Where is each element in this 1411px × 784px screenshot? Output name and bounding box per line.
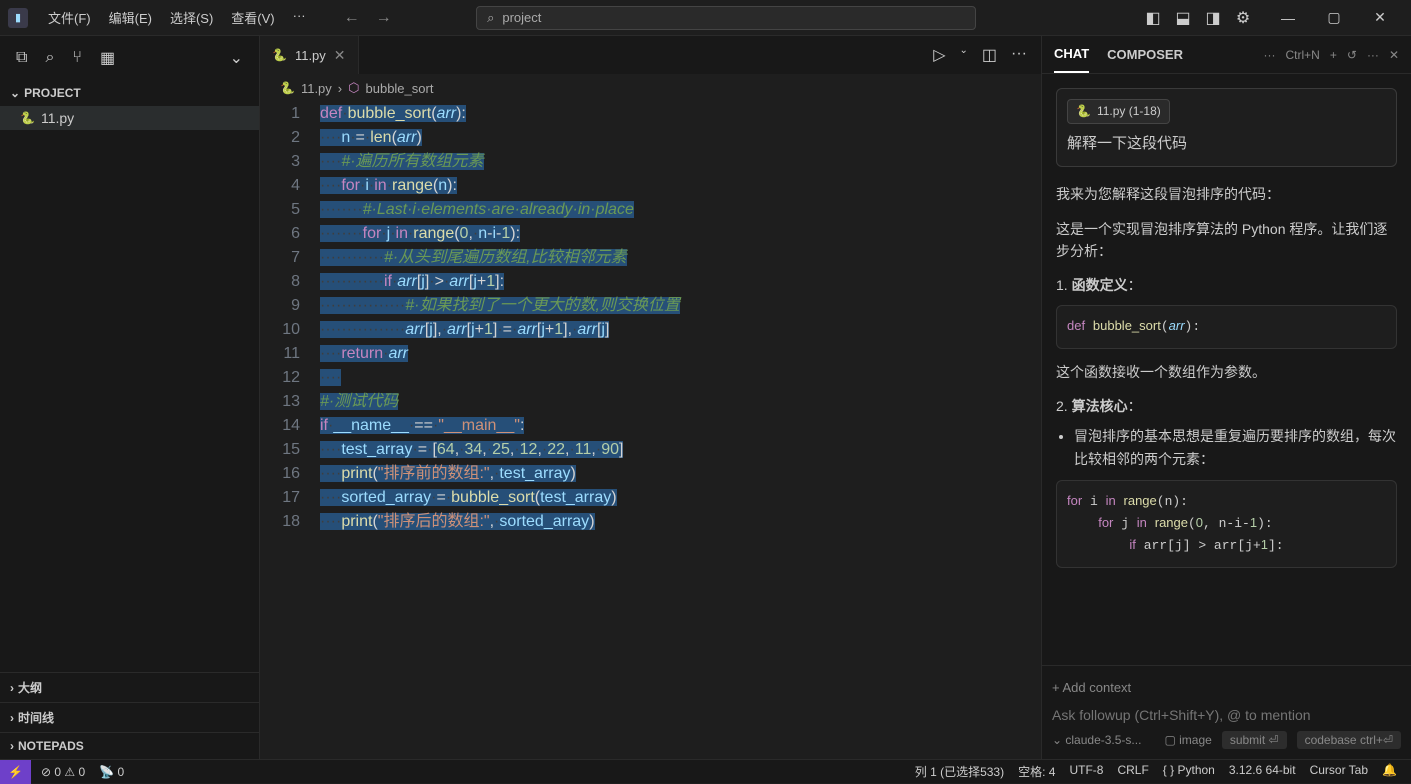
- command-search[interactable]: ⌕ project: [476, 6, 976, 30]
- code-content[interactable]: def·bubble_sort(arr): ····n·=·len(arr) ·…: [320, 102, 1041, 759]
- sidebar: ⧉ ⌕ ⑂ ▦ ⌄ ⌄ PROJECT 🐍 11.py ›大纲 ›时间线 ›NO…: [0, 36, 260, 759]
- breadcrumb-file: 11.py: [301, 81, 332, 96]
- search-icon: ⌕: [487, 10, 494, 26]
- title-bar: ▮ 文件(F) 编辑(E) 选择(S) 查看(V) ··· ← → ⌕ proj…: [0, 0, 1411, 36]
- file-name: 11.py: [41, 110, 74, 126]
- chevron-right-icon: ›: [10, 681, 14, 695]
- project-name: PROJECT: [24, 86, 81, 100]
- code-block: def bubble_sort(arr):: [1056, 305, 1397, 349]
- language-status[interactable]: { } Python: [1163, 763, 1215, 780]
- bell-icon[interactable]: 🔔: [1382, 763, 1397, 780]
- interpreter-status[interactable]: 3.12.6 64-bit: [1229, 763, 1296, 780]
- layout-bottom-icon[interactable]: ⬓: [1175, 10, 1191, 26]
- close-icon[interactable]: ✕: [1389, 48, 1399, 62]
- chevron-down-icon[interactable]: ⌄: [230, 48, 243, 68]
- user-message: 🐍 11.py (1-18) 解释一下这段代码: [1056, 88, 1397, 167]
- project-header[interactable]: ⌄ PROJECT: [0, 80, 259, 106]
- editor-area: 🐍 11.py ✕ ▷ ⌄ ◫ ··· 🐍 11.py › ⬡ bubble_s…: [260, 36, 1041, 759]
- python-icon: 🐍: [1076, 102, 1091, 121]
- chevron-right-icon: ›: [10, 739, 14, 753]
- maximize-button[interactable]: ▢: [1311, 0, 1357, 36]
- cube-icon: ⬡: [348, 80, 359, 96]
- indentation-status[interactable]: 空格: 4: [1018, 763, 1055, 780]
- close-button[interactable]: ✕: [1357, 0, 1403, 36]
- cursor-tab-status[interactable]: Cursor Tab: [1310, 763, 1368, 780]
- timeline-section[interactable]: ›时间线: [0, 702, 259, 732]
- settings-icon[interactable]: ⚙: [1235, 10, 1251, 26]
- chat-panel: CHAT COMPOSER ··· Ctrl+N + ↺ ··· ✕ 🐍 11.…: [1041, 36, 1411, 759]
- nav-forward-icon[interactable]: →: [376, 9, 392, 27]
- add-context-button[interactable]: + Add context: [1052, 676, 1401, 699]
- menu-file[interactable]: 文件(F): [40, 4, 99, 31]
- composer-tab[interactable]: COMPOSER: [1107, 37, 1183, 72]
- submit-button[interactable]: submit ⏎: [1222, 731, 1287, 749]
- assistant-heading: 1. 函数定义：: [1056, 274, 1397, 296]
- code-block: for i in range(n): for j in range(0, n-i…: [1056, 480, 1397, 567]
- more-icon[interactable]: ···: [1264, 48, 1276, 62]
- eol-status[interactable]: CRLF: [1117, 763, 1148, 780]
- chevron-right-icon: ›: [10, 711, 14, 725]
- shortcut-label: Ctrl+N: [1286, 48, 1320, 62]
- nav-back-icon[interactable]: ←: [344, 9, 360, 27]
- chat-tabs: CHAT COMPOSER ··· Ctrl+N + ↺ ··· ✕: [1042, 36, 1411, 74]
- outline-section[interactable]: ›大纲: [0, 672, 259, 702]
- remote-indicator[interactable]: ⚡: [0, 760, 31, 784]
- chat-input[interactable]: [1052, 699, 1401, 731]
- menu-view[interactable]: 查看(V): [223, 4, 282, 31]
- python-icon: 🐍: [272, 48, 287, 62]
- encoding-status[interactable]: UTF-8: [1069, 763, 1103, 780]
- menu-more[interactable]: ···: [285, 4, 314, 31]
- history-icon[interactable]: ↺: [1347, 48, 1357, 62]
- assistant-heading: 2. 算法核心：: [1056, 395, 1397, 417]
- codebase-button[interactable]: codebase ctrl+⏎: [1297, 731, 1401, 749]
- file-item[interactable]: 🐍 11.py: [0, 106, 259, 130]
- chat-body: 🐍 11.py (1-18) 解释一下这段代码 我来为您解释这段冒泡排序的代码：…: [1042, 74, 1411, 665]
- minimize-button[interactable]: —: [1265, 0, 1311, 36]
- tab-label: 11.py: [295, 48, 326, 63]
- model-selector[interactable]: ⌄ claude-3.5-s...: [1052, 733, 1141, 747]
- layout-right-icon[interactable]: ◨: [1205, 10, 1221, 26]
- radio-status[interactable]: 📡 0: [99, 765, 124, 779]
- user-text: 解释一下这段代码: [1067, 132, 1386, 156]
- more-icon[interactable]: ···: [1367, 48, 1379, 62]
- python-icon: 🐍: [280, 81, 295, 95]
- more-icon[interactable]: ···: [1011, 45, 1027, 65]
- editor-tab[interactable]: 🐍 11.py ✕: [260, 36, 359, 74]
- plus-icon[interactable]: +: [1330, 48, 1337, 62]
- chevron-down-icon: ⌄: [10, 86, 20, 100]
- run-icon[interactable]: ▷: [933, 45, 945, 65]
- context-chip[interactable]: 🐍 11.py (1-18): [1067, 99, 1170, 124]
- explorer-icon[interactable]: ⧉: [16, 49, 27, 67]
- problems-status[interactable]: ⊘ 0 ⚠ 0: [41, 765, 85, 779]
- scm-icon[interactable]: ⑂: [72, 49, 82, 67]
- breadcrumb-symbol: bubble_sort: [366, 81, 434, 96]
- python-icon: 🐍: [20, 111, 35, 125]
- status-bar: ⚡ ⊘ 0 ⚠ 0 📡 0 列 1 (已选择533) 空格: 4 UTF-8 C…: [0, 759, 1411, 783]
- split-icon[interactable]: ◫: [982, 45, 997, 65]
- extensions-icon[interactable]: ▦: [100, 48, 115, 68]
- assistant-text: 冒泡排序的基本思想是重复遍历要排序的数组，每次比较相邻的两个元素：: [1074, 425, 1397, 470]
- app-logo: ▮: [8, 8, 28, 28]
- search-text: project: [502, 10, 541, 25]
- code-editor[interactable]: 123456789101112131415161718 def·bubble_s…: [260, 102, 1041, 759]
- breadcrumb[interactable]: 🐍 11.py › ⬡ bubble_sort: [260, 74, 1041, 102]
- menu-select[interactable]: 选择(S): [162, 4, 221, 31]
- close-icon[interactable]: ✕: [334, 47, 346, 64]
- menu-bar: 文件(F) 编辑(E) 选择(S) 查看(V) ···: [40, 4, 314, 31]
- run-chevron-icon[interactable]: ⌄: [960, 45, 968, 65]
- menu-edit[interactable]: 编辑(E): [101, 4, 160, 31]
- chat-input-area: + Add context ⌄ claude-3.5-s... ▢ image …: [1042, 665, 1411, 759]
- assistant-text: 这是一个实现冒泡排序算法的 Python 程序。让我们逐步分析：: [1056, 218, 1397, 263]
- layout-left-icon[interactable]: ◧: [1145, 10, 1161, 26]
- chat-tab[interactable]: CHAT: [1054, 36, 1089, 73]
- assistant-text: 这个函数接收一个数组作为参数。: [1056, 361, 1397, 383]
- line-gutter: 123456789101112131415161718: [260, 102, 320, 759]
- notepads-section[interactable]: ›NOTEPADS: [0, 732, 259, 759]
- tabs-bar: 🐍 11.py ✕ ▷ ⌄ ◫ ···: [260, 36, 1041, 74]
- nav-arrows: ← →: [344, 9, 392, 27]
- search-icon[interactable]: ⌕: [45, 49, 54, 67]
- cursor-position[interactable]: 列 1 (已选择533): [915, 763, 1004, 780]
- assistant-text: 我来为您解释这段冒泡排序的代码：: [1056, 183, 1397, 205]
- image-button[interactable]: ▢ image: [1164, 733, 1211, 747]
